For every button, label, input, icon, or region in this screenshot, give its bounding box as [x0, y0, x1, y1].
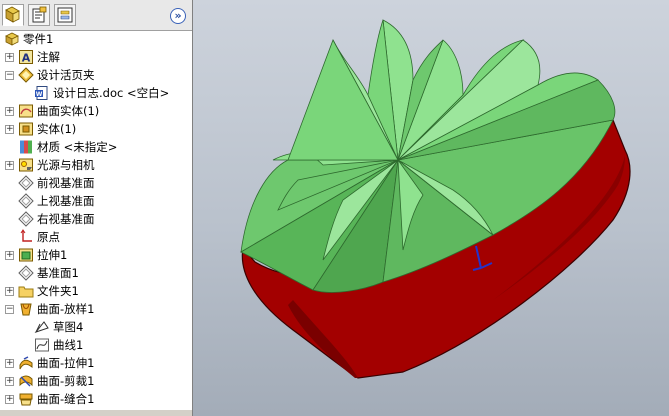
tree-item-label: 文件夹1	[37, 284, 79, 298]
tree-item[interactable]: 前视基准面	[18, 174, 95, 192]
tree-item-label: 右视基准面	[37, 212, 95, 226]
tree-item[interactable]: 材质 <未指定>	[18, 138, 117, 156]
tree-item-label: 设计活页夹	[37, 68, 95, 82]
tree-item[interactable]: 原点	[18, 228, 60, 246]
tree-item-label: 草图4	[53, 320, 84, 334]
surface-body-icon	[18, 103, 34, 119]
svg-text:A: A	[22, 52, 31, 65]
tree-item-label: 零件1	[23, 32, 54, 46]
tree-item[interactable]: 零件1	[4, 30, 53, 48]
tree-item[interactable]: + 实体(1)	[5, 120, 77, 138]
lights-camera-icon	[18, 157, 34, 173]
tree-item-label: 光源与相机	[37, 158, 95, 172]
tree-item[interactable]: + A 注解	[5, 48, 60, 66]
tree-item[interactable]: + 拉伸1	[5, 246, 68, 264]
plane-icon	[18, 193, 34, 209]
tree-item-label: 曲面-拉伸1	[37, 356, 95, 370]
graphics-viewport[interactable]	[193, 0, 669, 416]
tree-item-label: 曲面实体(1)	[37, 104, 100, 118]
tree-item[interactable]: W 设计日志.doc <空白>	[34, 84, 169, 102]
expand-toggle[interactable]: +	[5, 377, 14, 386]
tree-item-label: 实体(1)	[37, 122, 77, 136]
solid-body-icon	[18, 121, 34, 137]
double-chevron-right-icon: »	[174, 9, 182, 22]
expand-toggle[interactable]: +	[5, 251, 14, 260]
part-icon	[4, 31, 20, 47]
expand-toggle[interactable]: +	[5, 395, 14, 404]
panel-tabs: »	[0, 0, 192, 31]
tree-item-label: 材质 <未指定>	[37, 140, 118, 154]
tree-item-label: 设计日志.doc <空白>	[53, 86, 170, 100]
annotation-icon: A	[18, 49, 34, 65]
tree-item[interactable]: 右视基准面	[18, 210, 95, 228]
curve-icon	[34, 337, 50, 353]
expand-toggle[interactable]: −	[5, 71, 14, 80]
tree-item[interactable]: 曲线1	[34, 336, 83, 354]
surface-extrude-icon	[18, 355, 34, 371]
property-icon	[32, 6, 47, 23]
feature-manager-panel: » 零件1 + A 注解 − 设计活页夹 W 设计日志.doc <空白> + 曲面实体(1) + 实体…	[0, 0, 193, 416]
tree-item[interactable]: − 曲面-放样1	[5, 300, 95, 318]
configuration-icon	[57, 7, 73, 23]
tree-item-label: 基准面1	[37, 266, 79, 280]
tree-item[interactable]: + 光源与相机	[5, 156, 95, 174]
crown-gear-model	[240, 19, 631, 379]
surface-loft-icon	[18, 301, 34, 317]
surface-trim-icon	[18, 373, 34, 389]
plane-icon	[18, 211, 34, 227]
surface-knit-icon	[18, 391, 34, 407]
plane-icon	[18, 265, 34, 281]
tree-item[interactable]: 草图4	[34, 318, 83, 336]
property-manager-tab[interactable]	[28, 4, 50, 26]
expand-toggle[interactable]: +	[5, 107, 14, 116]
doc-icon: W	[34, 85, 50, 101]
tree-item-label: 原点	[37, 230, 60, 244]
tree-item[interactable]: 上视基准面	[18, 192, 95, 210]
origin-icon	[18, 229, 34, 245]
expand-panel-button[interactable]: »	[170, 8, 186, 24]
configuration-manager-tab[interactable]	[54, 4, 76, 26]
tree-item[interactable]: + 文件夹1	[5, 282, 79, 300]
design-binder-icon	[18, 67, 34, 83]
extrude-icon	[18, 247, 34, 263]
tree-item-label: 注解	[37, 50, 60, 64]
tree-item-label: 拉伸1	[37, 248, 68, 262]
tree-item[interactable]: + 曲面-缝合1	[5, 390, 95, 408]
expand-toggle[interactable]: +	[5, 53, 14, 62]
tree-item[interactable]: + 曲面实体(1)	[5, 102, 100, 120]
tree-item-label: 上视基准面	[37, 194, 95, 208]
sketch-icon	[34, 319, 50, 335]
expand-toggle[interactable]: −	[5, 305, 14, 314]
expand-toggle[interactable]: +	[5, 359, 14, 368]
tree-item[interactable]: + 曲面-剪裁1	[5, 372, 95, 390]
expand-toggle[interactable]: +	[5, 125, 14, 134]
panel-scrollbar[interactable]	[0, 410, 192, 416]
folder-icon	[18, 283, 34, 299]
tree-item[interactable]: − 设计活页夹	[5, 66, 95, 84]
expand-toggle[interactable]: +	[5, 287, 14, 296]
tree-item-label: 曲面-放样1	[37, 302, 95, 316]
tree-item[interactable]: 基准面1	[18, 264, 79, 282]
tree-item-label: 曲面-缝合1	[37, 392, 95, 406]
feature-manager-tab[interactable]	[2, 4, 24, 26]
plane-icon	[18, 175, 34, 191]
tree-item-label: 曲面-剪裁1	[37, 374, 95, 388]
expand-toggle[interactable]: +	[5, 161, 14, 170]
tree-item-label: 前视基准面	[37, 176, 95, 190]
tree-item-label: 曲线1	[53, 338, 84, 352]
material-icon	[18, 139, 34, 155]
svg-text:W: W	[36, 91, 43, 98]
feature-tree-icon	[5, 6, 20, 23]
tree-item[interactable]: + 曲面-拉伸1	[5, 354, 95, 372]
